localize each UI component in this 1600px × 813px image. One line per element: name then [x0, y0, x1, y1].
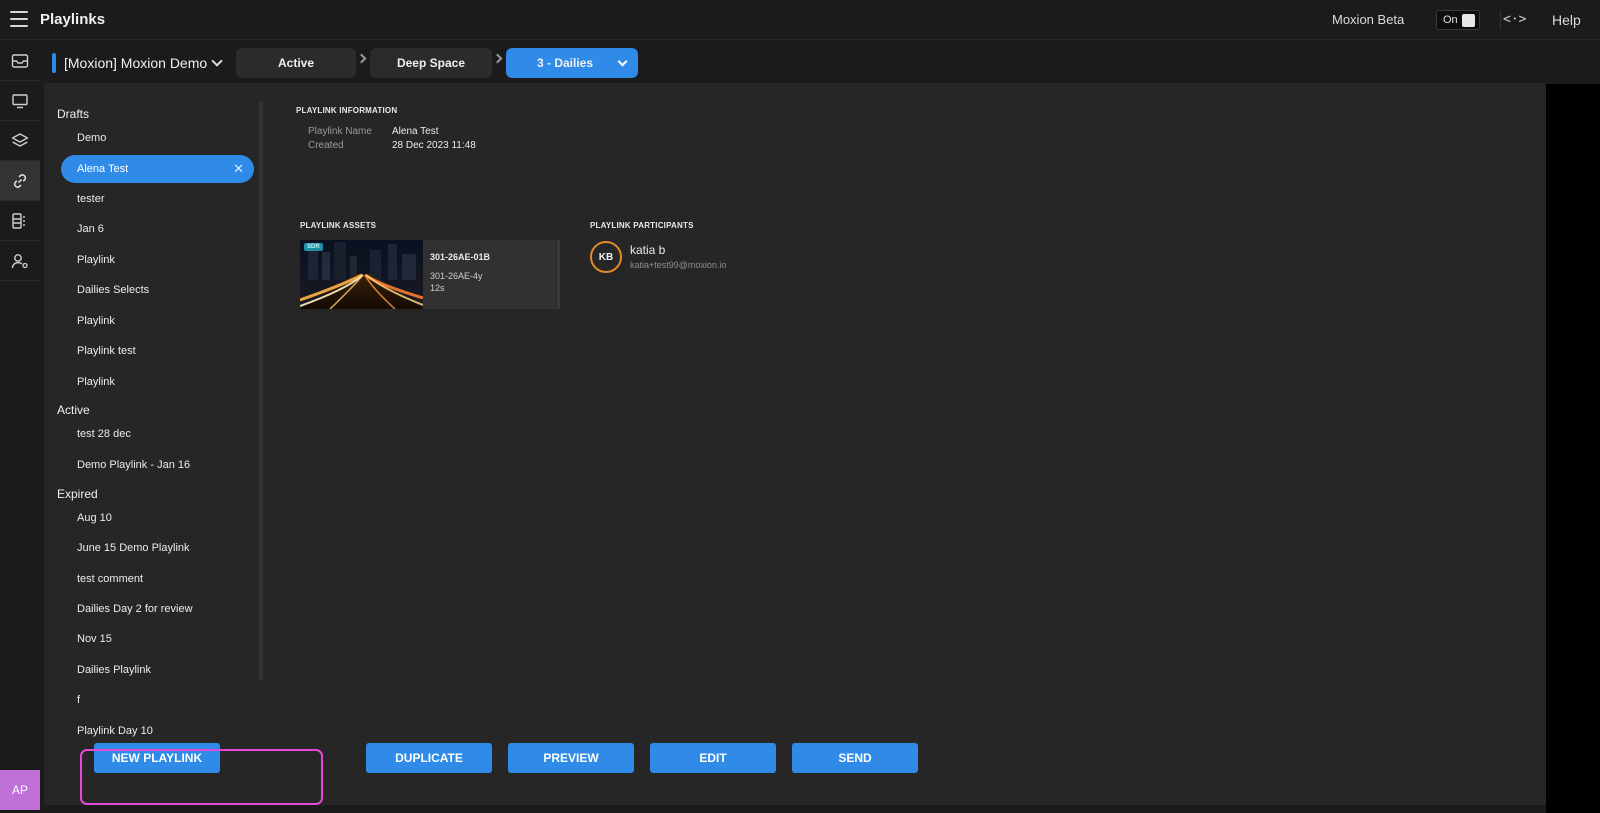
edit-button[interactable]: EDIT	[650, 743, 776, 773]
top-bar: Playlinks Moxion Beta On <·> Help	[0, 0, 1600, 40]
left-rail: AP	[0, 41, 40, 813]
created-label: Created	[308, 140, 344, 151]
playlink-name-label: Playlink Name	[308, 126, 372, 137]
toggle-label: On	[1443, 14, 1458, 26]
menu-icon[interactable]	[10, 11, 28, 27]
code-icon[interactable]: <·>	[1500, 10, 1526, 30]
close-icon[interactable]: ✕	[233, 155, 244, 183]
dailies-icon[interactable]	[0, 201, 40, 241]
sdr-badge: SDR	[304, 243, 323, 251]
bottom-gutter	[40, 805, 1546, 813]
asset-card[interactable]: SDR 301-26AE-01B 301-26AE-4y 12s	[300, 240, 556, 309]
list-item[interactable]: Dailies Day 2 for review	[61, 595, 254, 623]
right-gutter	[1546, 84, 1600, 813]
preview-button[interactable]: PREVIEW	[508, 743, 634, 773]
avatar: KB	[590, 241, 622, 273]
list-item[interactable]: Playlink	[61, 307, 254, 335]
project-selector[interactable]: [Moxion] Moxion Demo	[52, 48, 223, 78]
asset-duration: 12s	[430, 283, 445, 293]
list-scrollbar[interactable]	[259, 101, 263, 681]
list-item-selected[interactable]: Alena Test ✕	[61, 155, 254, 183]
list-item[interactable]: Dailies Selects	[61, 276, 254, 304]
list-item[interactable]: Jan 6	[61, 215, 254, 243]
list-item[interactable]: June 15 Demo Playlink	[61, 534, 254, 562]
playlink-name-value: Alena Test	[392, 126, 439, 137]
list-item[interactable]: Playlink Day 10	[61, 717, 254, 745]
asset-name: 301-26AE-01B	[430, 252, 491, 262]
breadcrumb: [Moxion] Moxion Demo Active Deep Space 3…	[44, 43, 1546, 83]
page-title: Playlinks	[40, 11, 106, 28]
breadcrumb-dailies[interactable]: 3 - Dailies	[506, 48, 638, 78]
list-item[interactable]: Playlink	[61, 246, 254, 274]
inbox-icon[interactable]	[0, 41, 40, 81]
list-item[interactable]: f	[61, 686, 254, 714]
list-item[interactable]: Nov 15	[61, 625, 254, 653]
toggle-knob	[1462, 14, 1475, 27]
list-item[interactable]: Aug 10	[61, 504, 254, 532]
info-section-title: PLAYLINK INFORMATION	[296, 106, 398, 115]
beta-toggle[interactable]: On	[1436, 10, 1480, 30]
help-link[interactable]: Help	[1552, 12, 1581, 28]
participant-email: katia+test99@moxion.io	[630, 260, 727, 270]
layers-icon[interactable]	[0, 121, 40, 161]
list-item[interactable]: tester	[61, 185, 254, 213]
main-panel: [Moxion] Moxion Demo Active Deep Space 3…	[44, 43, 1546, 805]
list-item-label: Alena Test	[77, 163, 129, 175]
list-item[interactable]: Demo Playlink - Jan 16	[61, 451, 254, 479]
breadcrumb-label: Deep Space	[396, 56, 466, 70]
list-item[interactable]: test comment	[61, 565, 254, 593]
asset-thumbnail: SDR	[300, 240, 423, 309]
duplicate-button[interactable]: DUPLICATE	[366, 743, 492, 773]
list-item[interactable]: Playlink test	[61, 337, 254, 365]
chevron-down-icon	[211, 55, 223, 67]
chevron-down-icon	[617, 56, 628, 67]
link-icon[interactable]	[0, 161, 40, 201]
asset-list-scrollbar[interactable]	[557, 240, 560, 309]
new-playlink-button[interactable]: NEW PLAYLINK	[94, 743, 220, 773]
asset-version: 301-26AE-4y	[430, 271, 483, 281]
user-settings-icon[interactable]	[0, 241, 40, 281]
created-value: 28 Dec 2023 11:48	[392, 140, 476, 151]
chevron-right-icon	[356, 53, 367, 64]
breadcrumb-label: Active	[277, 56, 315, 70]
assets-section-title: PLAYLINK ASSETS	[300, 221, 377, 230]
breadcrumb-deep-space[interactable]: Deep Space	[370, 48, 492, 78]
section-title-active: Active	[57, 403, 90, 417]
project-name: [Moxion] Moxion Demo	[64, 55, 208, 71]
send-button[interactable]: SEND	[792, 743, 918, 773]
list-item[interactable]: Demo	[61, 124, 254, 152]
monitor-icon[interactable]	[0, 81, 40, 121]
participant-name: katia b	[630, 243, 666, 257]
project-accent	[52, 53, 56, 73]
beta-label: Moxion Beta	[1332, 12, 1405, 27]
breadcrumb-label: 3 - Dailies	[536, 56, 594, 70]
section-title-expired: Expired	[57, 487, 98, 501]
list-item[interactable]: test 28 dec	[61, 420, 254, 448]
user-avatar[interactable]: AP	[0, 770, 40, 810]
chevron-right-icon	[492, 53, 503, 64]
playlink-list: Drafts Demo Alena Test ✕ tester Jan 6 Pl…	[44, 98, 259, 748]
participants-section-title: PLAYLINK PARTICIPANTS	[590, 221, 694, 230]
list-item[interactable]: Dailies Playlink	[61, 656, 254, 684]
list-item[interactable]: Playlink	[61, 368, 254, 396]
section-title-drafts: Drafts	[57, 107, 90, 121]
breadcrumb-active[interactable]: Active	[236, 48, 356, 78]
